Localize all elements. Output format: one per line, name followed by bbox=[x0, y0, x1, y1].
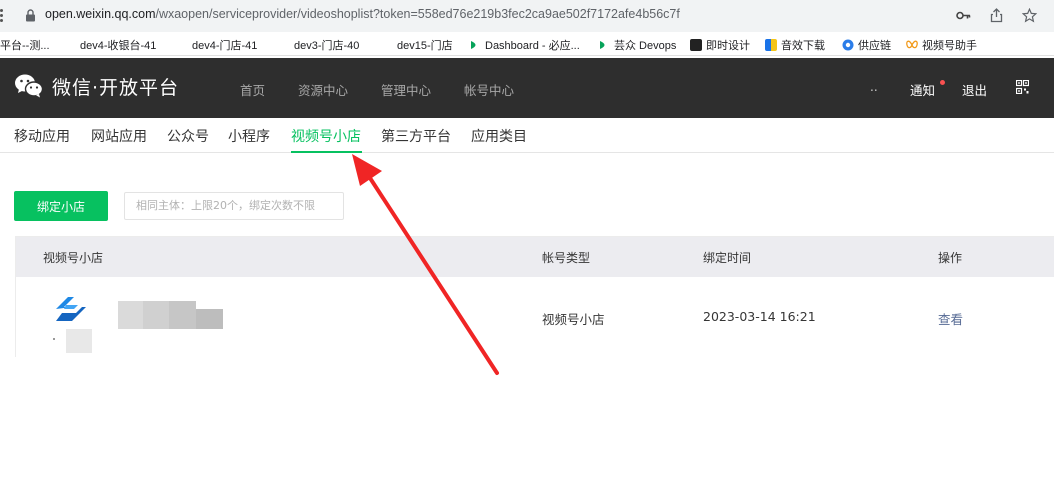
bookmark-label: Dashboard - 必应... bbox=[485, 40, 580, 52]
table-header: 视频号小店 帐号类型 绑定时间 操作 bbox=[16, 237, 1054, 277]
bookmark-label: dev4-收银台-41 bbox=[80, 40, 157, 52]
shop-logo-icon bbox=[56, 297, 86, 321]
lock-icon[interactable] bbox=[25, 9, 36, 22]
table-row: 视频号小店 2023-03-14 16:21 查看 bbox=[16, 277, 1054, 357]
bookmark-label: dev3-门店-40 bbox=[294, 40, 360, 52]
tab-app-categories[interactable]: 应用类目 bbox=[471, 126, 527, 146]
bookmark-item[interactable]: dev15-门店 bbox=[397, 37, 453, 53]
blue-circle-icon bbox=[842, 39, 854, 51]
bookmark-item[interactable]: 视频号助手 bbox=[906, 37, 977, 53]
brand-title[interactable]: 微信·开放平台 bbox=[52, 73, 179, 100]
blurred-shop-name bbox=[143, 301, 169, 329]
bookmark-item[interactable]: dev4-门店-41 bbox=[192, 37, 257, 53]
tab-mobile-apps[interactable]: 移动应用 bbox=[14, 126, 70, 146]
bookmark-label: dev4-门店-41 bbox=[192, 40, 258, 52]
column-header-bind-time: 绑定时间 bbox=[703, 251, 752, 265]
tab-third-party-platform[interactable]: 第三方平台 bbox=[381, 126, 451, 146]
blurred-shop-id bbox=[66, 329, 92, 353]
category-tabs: 移动应用 网站应用 公众号 小程序 视频号小店 第三方平台 应用类目 bbox=[0, 118, 1054, 153]
bookmark-label: 平台--测... bbox=[0, 40, 50, 52]
blurred-shop-name bbox=[169, 301, 196, 329]
column-header-account-type: 帐号类型 bbox=[542, 251, 591, 265]
blurred-dot bbox=[53, 338, 55, 340]
nav-account-center[interactable]: 帐号中心 bbox=[464, 80, 514, 99]
cell-bind-time: 2023-03-14 16:21 bbox=[703, 309, 816, 324]
bookmark-item[interactable]: 芸众 Devops bbox=[598, 37, 676, 53]
key-icon[interactable] bbox=[955, 7, 972, 24]
view-link[interactable]: 查看 bbox=[938, 309, 963, 328]
bookmarks-bar: 平台--测... dev4-收银台-41 dev4-门店-41 dev3-门店-… bbox=[0, 32, 1054, 56]
bookmark-item[interactable]: 平台--测... bbox=[0, 37, 50, 53]
notification-badge bbox=[940, 80, 945, 85]
wechat-logo-icon[interactable] bbox=[14, 73, 44, 99]
nav-home[interactable]: 首页 bbox=[240, 80, 265, 99]
url-path: /wxaopen/serviceprovider/videoshoplist?t… bbox=[155, 7, 680, 21]
bookmark-label: 音效下载 bbox=[781, 40, 825, 52]
column-header-actions: 操作 bbox=[938, 251, 963, 265]
shop-table: 视频号小店 帐号类型 绑定时间 操作 视频号小店 2023-03-14 16:2… bbox=[15, 236, 1054, 357]
bookmark-item[interactable]: dev3-门店-40 bbox=[294, 37, 359, 53]
tab-official-accounts[interactable]: 公众号 bbox=[167, 126, 209, 146]
bookmark-label: dev15-门店 bbox=[397, 40, 453, 52]
bookmark-label: 即时设计 bbox=[706, 40, 750, 52]
logout-link[interactable]: 退出 bbox=[962, 80, 987, 99]
cell-account-type: 视频号小店 bbox=[542, 312, 605, 327]
share-icon[interactable] bbox=[988, 7, 1005, 24]
column-header-shop: 视频号小店 bbox=[43, 251, 104, 265]
browser-address-bar: open.weixin.qq.com/wxaopen/serviceprovid… bbox=[0, 0, 1054, 32]
tab-mini-programs[interactable]: 小程序 bbox=[228, 126, 270, 146]
url-host: open.weixin.qq.com bbox=[45, 7, 156, 21]
blue-yellow-icon bbox=[765, 39, 777, 51]
black-square-icon bbox=[690, 39, 702, 51]
bookmark-label: 芸众 Devops bbox=[614, 40, 677, 52]
bookmark-label: 视频号助手 bbox=[922, 40, 977, 52]
tab-website-apps[interactable]: 网站应用 bbox=[91, 126, 147, 146]
green-dot-icon bbox=[471, 41, 476, 49]
bookmark-label: 供应链 bbox=[858, 40, 891, 52]
bookmark-item[interactable]: 即时设计 bbox=[690, 37, 750, 53]
bookmark-item[interactable]: 供应链 bbox=[842, 37, 891, 53]
orange-butterfly-icon bbox=[906, 40, 918, 49]
star-icon[interactable] bbox=[1021, 7, 1038, 24]
menu-dots-icon[interactable] bbox=[0, 9, 3, 23]
bind-limit-hint: 相同主体：上限20个，绑定次数不限 bbox=[124, 192, 344, 220]
bookmark-item[interactable]: dev4-收银台-41 bbox=[80, 37, 156, 53]
header-username[interactable]: .. bbox=[870, 80, 878, 94]
active-tab-indicator bbox=[291, 151, 362, 153]
green-dot-icon bbox=[600, 41, 605, 49]
bind-shop-button[interactable]: 绑定小店 bbox=[14, 191, 108, 221]
tab-video-shop[interactable]: 视频号小店 bbox=[291, 126, 361, 146]
blurred-shop-name bbox=[196, 309, 223, 329]
qr-code-icon[interactable] bbox=[1016, 80, 1029, 94]
nav-resource-center[interactable]: 资源中心 bbox=[298, 80, 348, 99]
top-header: 微信·开放平台 首页 资源中心 管理中心 帐号中心 .. 通知 退出 bbox=[0, 58, 1054, 118]
url-field[interactable]: open.weixin.qq.com/wxaopen/serviceprovid… bbox=[45, 7, 680, 21]
blurred-shop-name bbox=[118, 301, 143, 329]
bookmark-item[interactable]: Dashboard - 必应... bbox=[469, 37, 580, 53]
nav-management-center[interactable]: 管理中心 bbox=[381, 80, 431, 99]
bookmark-item[interactable]: 音效下载 bbox=[765, 37, 825, 53]
notify-link[interactable]: 通知 bbox=[910, 80, 935, 99]
